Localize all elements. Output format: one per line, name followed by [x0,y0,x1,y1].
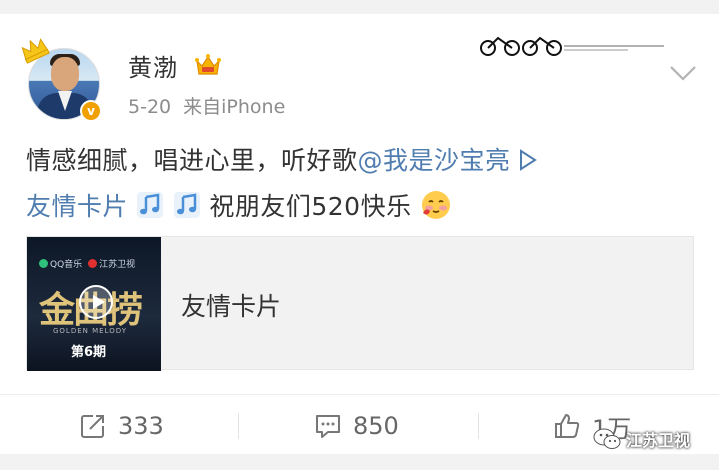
thumbs-up-icon [555,414,580,438]
card-link[interactable]: 友情卡片 [26,192,128,221]
repost-button[interactable]: 333 [78,409,164,443]
post-text-part1: 情感细腻，唱进心里，听好歌 [26,146,358,175]
action-divider [238,413,239,439]
comment-icon [316,415,340,438]
chevron-down-icon[interactable] [668,64,698,82]
play-icon[interactable] [79,285,113,319]
repost-count: 333 [118,412,164,440]
action-divider [478,413,479,439]
post-header: v 黄渤 5-20 来自iPhone [0,14,719,124]
episode-label: 第6期 [71,345,107,360]
wechat-watermark: 江苏卫视 [592,426,690,452]
vip-crown-icon[interactable] [194,52,222,78]
mention-link[interactable]: @我是沙宝亮 [358,146,511,175]
author-name[interactable]: 黄渤 [128,48,178,83]
post-body: 情感细腻，唱进心里，听好歌@我是沙宝亮 友情卡片 祝朋友们520快乐 [26,138,706,230]
bottom-gray-strip [0,454,719,470]
post-text-part2: 祝朋友们520快乐 [209,192,412,221]
post-date: 5-20 [128,96,172,118]
wechat-icon [593,428,621,449]
repost-icon [81,415,104,438]
comment-count: 850 [353,412,399,440]
music-note-icon [137,192,164,218]
music-note-icon [173,192,200,218]
verified-badge-icon: v [80,100,102,122]
play-arrow-icon[interactable] [519,149,537,171]
post-meta: 5-20 来自iPhone [128,92,285,119]
music-card[interactable]: QQ音乐 江苏卫视 金曲捞 GOLDEN MELODY 第6期 友情卡片 [26,236,694,371]
qq-music-logo-icon [39,259,48,268]
shy-face-emoji-icon [422,191,451,219]
author-avatar[interactable]: v [21,38,102,122]
card-title[interactable]: 友情卡片 [181,287,281,323]
post-source: 来自iPhone [183,96,286,118]
comment-button[interactable]: 850 [313,409,399,443]
cartoon-watermark-icon [480,36,664,56]
jiangsu-tv-logo-icon [88,259,98,268]
thumbnail-logos: QQ音乐 江苏卫视 [39,257,135,270]
watermark-label: 江苏卫视 [626,431,691,450]
top-gray-strip [0,0,719,14]
card-thumbnail[interactable]: QQ音乐 江苏卫视 金曲捞 GOLDEN MELODY 第6期 [27,237,161,371]
show-subtitle: GOLDEN MELODY [53,327,128,335]
